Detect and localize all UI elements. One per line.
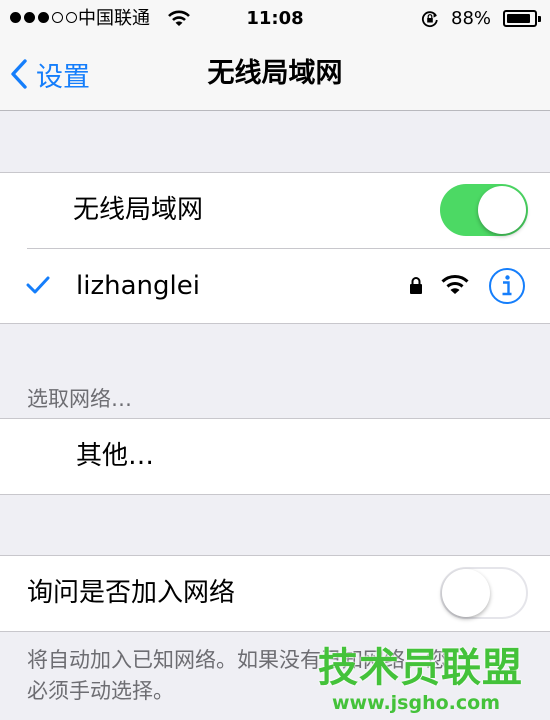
network-name: lizhanglei — [76, 271, 200, 301]
wifi-signal-icon — [441, 274, 469, 294]
ask-to-join-label: 询问是否加入网络 — [27, 578, 236, 608]
rotation-lock-icon — [421, 11, 438, 28]
other-network-label: 其他… — [76, 441, 155, 471]
ask-to-join-group: 询问是否加入网络 — [0, 555, 550, 632]
watermark-url: www.jsgho.com — [332, 692, 500, 714]
other-network-group: 其他… — [0, 418, 550, 495]
page-title: 无线局域网 — [207, 58, 343, 89]
wifi-group: 无线局域网 lizhanglei — [0, 172, 550, 324]
checkmark-icon — [26, 276, 50, 294]
ask-to-join-switch[interactable] — [440, 567, 528, 619]
choose-network-header: 选取网络… — [27, 387, 132, 411]
wifi-toggle-switch[interactable] — [440, 184, 528, 236]
wifi-toggle-row: 无线局域网 — [0, 173, 550, 248]
status-bar: 中国联通 11:08 88% — [0, 0, 550, 38]
battery-icon — [503, 10, 541, 27]
battery-percent: 88% — [451, 8, 492, 29]
other-network-row[interactable]: 其他… — [0, 419, 550, 494]
watermark-title: 技术员联盟 — [318, 645, 523, 691]
info-icon[interactable] — [488, 267, 526, 305]
ask-to-join-row: 询问是否加入网络 — [0, 556, 550, 631]
wifi-toggle-label: 无线局域网 — [73, 195, 204, 225]
network-row-lizhanglei[interactable]: lizhanglei — [0, 249, 550, 323]
lock-icon — [410, 277, 422, 294]
